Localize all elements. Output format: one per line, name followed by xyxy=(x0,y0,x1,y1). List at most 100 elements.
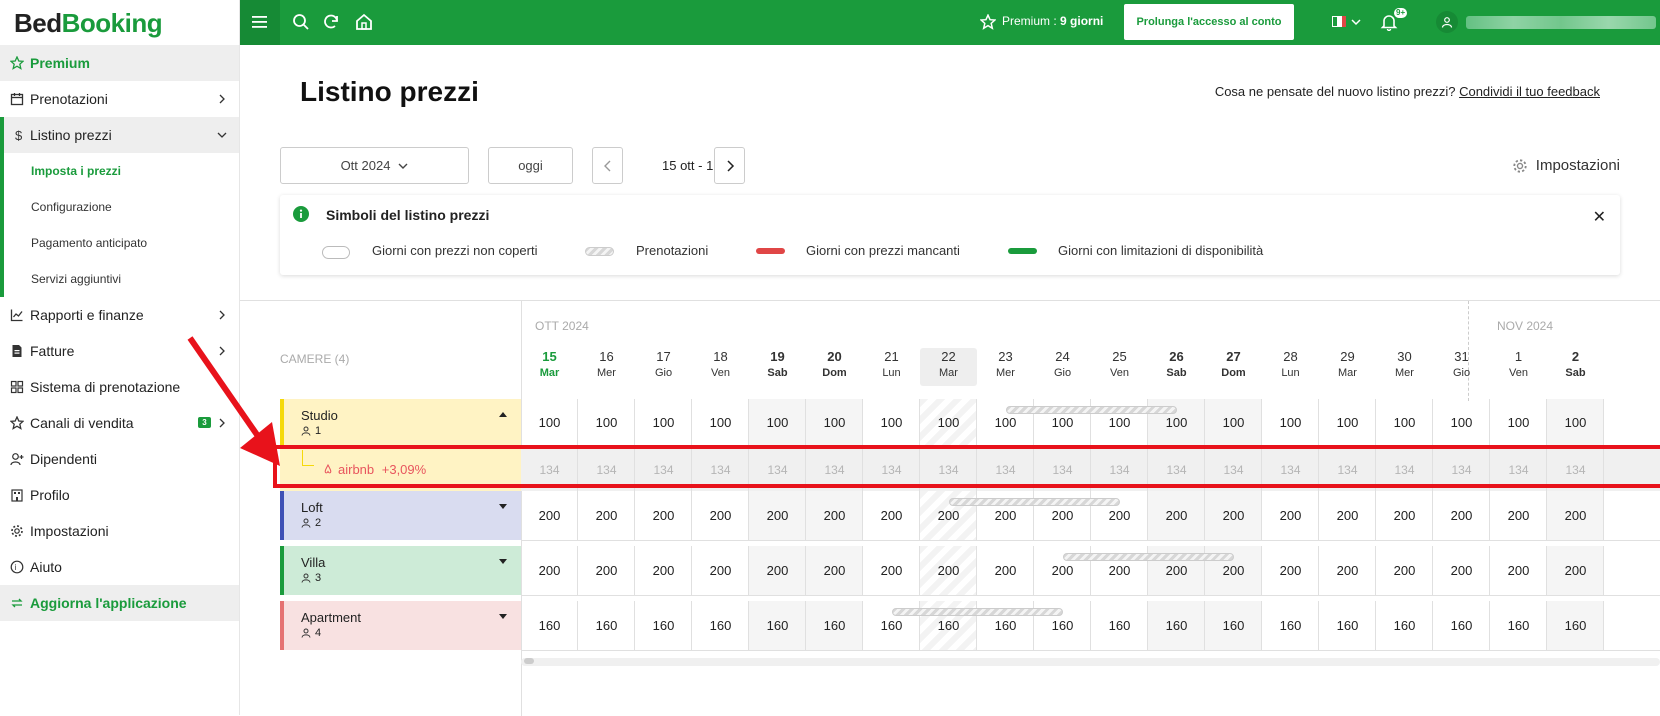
price-cell[interactable]: 100 xyxy=(806,415,863,430)
day-header[interactable]: 29 Mar xyxy=(1319,348,1376,386)
sidebar-item-upgrade[interactable]: Aggiorna l'applicazione xyxy=(0,585,239,621)
day-header[interactable]: 1 Ven xyxy=(1490,348,1547,386)
price-cell[interactable]: 200 xyxy=(635,563,692,578)
day-header[interactable]: 21 Lun xyxy=(863,348,920,386)
day-header[interactable]: 23 Mer xyxy=(977,348,1034,386)
price-cell[interactable]: 100 xyxy=(1376,415,1433,430)
chevron-down-icon[interactable] xyxy=(1350,17,1362,27)
price-cell[interactable]: 200 xyxy=(1433,563,1490,578)
room-row-label[interactable]: Villa 3 xyxy=(280,546,521,595)
price-cell[interactable]: 100 xyxy=(1034,415,1091,430)
price-cell[interactable]: 160 xyxy=(806,618,863,633)
price-cell[interactable]: 160 xyxy=(635,618,692,633)
price-cell[interactable]: 160 xyxy=(863,618,920,633)
price-cell[interactable]: 160 xyxy=(1148,618,1205,633)
price-cell[interactable]: 200 xyxy=(578,508,635,523)
expand-triangle-icon[interactable] xyxy=(499,504,507,509)
price-cell[interactable]: 200 xyxy=(1205,563,1262,578)
collapse-triangle-icon[interactable] xyxy=(499,412,507,417)
month-select[interactable]: Ott 2024 xyxy=(280,147,469,184)
price-cell[interactable]: 200 xyxy=(920,508,977,523)
price-cell[interactable]: 100 xyxy=(863,415,920,430)
day-header[interactable]: 28 Lun xyxy=(1262,348,1319,386)
price-cell[interactable]: 160 xyxy=(1490,618,1547,633)
price-cell[interactable]: 200 xyxy=(1376,508,1433,523)
price-cell[interactable]: 100 xyxy=(1547,415,1604,430)
room-row-label[interactable]: Apartment 4 xyxy=(280,601,521,650)
day-header[interactable]: 17 Gio xyxy=(635,348,692,386)
prev-period-button[interactable] xyxy=(592,147,623,184)
settings-button[interactable]: Impostazioni xyxy=(1512,157,1620,174)
price-cell[interactable]: 200 xyxy=(977,508,1034,523)
price-cell[interactable]: 160 xyxy=(1433,618,1490,633)
next-period-button[interactable] xyxy=(714,147,745,184)
sidebar-item-profilo[interactable]: Profilo xyxy=(0,477,239,513)
room-row-label[interactable]: Loft 2 xyxy=(280,491,521,540)
booking-bar[interactable] xyxy=(948,498,1120,506)
price-cell[interactable]: 200 xyxy=(863,563,920,578)
price-cell[interactable]: 200 xyxy=(521,508,578,523)
price-cell[interactable]: 160 xyxy=(1319,618,1376,633)
price-cell[interactable]: 100 xyxy=(977,415,1034,430)
price-cell[interactable]: 160 xyxy=(977,618,1034,633)
day-header[interactable]: 27 Dom xyxy=(1205,348,1262,386)
price-cell[interactable]: 200 xyxy=(1148,563,1205,578)
booking-bar[interactable] xyxy=(1005,406,1177,414)
sidebar-item-aiuto[interactable]: i Aiuto xyxy=(0,549,239,585)
price-cell[interactable]: 200 xyxy=(521,563,578,578)
app-logo[interactable]: BedBooking xyxy=(0,0,239,45)
day-header[interactable]: 22 Mar xyxy=(920,348,977,386)
today-button[interactable]: oggi xyxy=(488,147,573,184)
price-cell[interactable]: 100 xyxy=(1490,415,1547,430)
subitem-configurazione[interactable]: Configurazione xyxy=(0,189,239,225)
price-cell[interactable]: 100 xyxy=(1091,415,1148,430)
scrollbar-thumb[interactable] xyxy=(524,658,534,664)
price-cell[interactable]: 200 xyxy=(749,563,806,578)
refresh-icon[interactable] xyxy=(322,13,340,31)
price-cell[interactable]: 100 xyxy=(749,415,806,430)
subitem-pagamento-anticipato[interactable]: Pagamento anticipato xyxy=(0,225,239,261)
italy-flag-icon[interactable] xyxy=(1332,16,1346,27)
day-header[interactable]: 30 Mer xyxy=(1376,348,1433,386)
price-cell[interactable]: 100 xyxy=(1262,415,1319,430)
menu-button[interactable] xyxy=(240,0,280,45)
sidebar-item-premium[interactable]: Premium xyxy=(0,45,239,81)
day-header[interactable]: 18 Ven xyxy=(692,348,749,386)
price-cell[interactable]: 200 xyxy=(692,508,749,523)
price-cell[interactable]: 200 xyxy=(578,563,635,578)
price-cell[interactable]: 200 xyxy=(863,508,920,523)
day-header[interactable]: 25 Ven xyxy=(1091,348,1148,386)
price-cell[interactable]: 200 xyxy=(1262,563,1319,578)
price-cell[interactable]: 200 xyxy=(1319,563,1376,578)
expand-triangle-icon[interactable] xyxy=(499,614,507,619)
price-cell[interactable]: 200 xyxy=(1433,508,1490,523)
day-header[interactable]: 31 Gio xyxy=(1433,348,1490,386)
price-cell[interactable]: 200 xyxy=(1034,508,1091,523)
expand-triangle-icon[interactable] xyxy=(499,559,507,564)
price-cell[interactable]: 100 xyxy=(1433,415,1490,430)
search-icon[interactable] xyxy=(292,13,310,31)
price-cell[interactable]: 200 xyxy=(1148,508,1205,523)
day-header[interactable]: 19 Sab xyxy=(749,348,806,386)
price-cell[interactable]: 100 xyxy=(920,415,977,430)
price-cell[interactable]: 100 xyxy=(1319,415,1376,430)
price-cell[interactable]: 160 xyxy=(1262,618,1319,633)
booking-bar[interactable] xyxy=(891,608,1063,616)
booking-bar[interactable] xyxy=(1062,553,1234,561)
home-icon[interactable] xyxy=(355,13,373,31)
sidebar-item-impostazioni[interactable]: Impostazioni xyxy=(0,513,239,549)
price-cell[interactable]: 160 xyxy=(749,618,806,633)
sidebar-item-listino-prezzi[interactable]: $ Listino prezzi xyxy=(0,117,239,153)
day-header[interactable]: 15 Mar xyxy=(521,348,578,386)
price-cell[interactable]: 200 xyxy=(1547,563,1604,578)
price-cell[interactable]: 160 xyxy=(1034,618,1091,633)
price-cell[interactable]: 200 xyxy=(749,508,806,523)
price-cell[interactable]: 200 xyxy=(1205,508,1262,523)
price-cell[interactable]: 200 xyxy=(1091,508,1148,523)
price-cell[interactable]: 200 xyxy=(1034,563,1091,578)
price-cell[interactable]: 200 xyxy=(635,508,692,523)
price-cell[interactable]: 200 xyxy=(1262,508,1319,523)
sidebar-item-prenotazioni[interactable]: Prenotazioni xyxy=(0,81,239,117)
price-cell[interactable]: 200 xyxy=(1091,563,1148,578)
price-cell[interactable]: 200 xyxy=(1376,563,1433,578)
